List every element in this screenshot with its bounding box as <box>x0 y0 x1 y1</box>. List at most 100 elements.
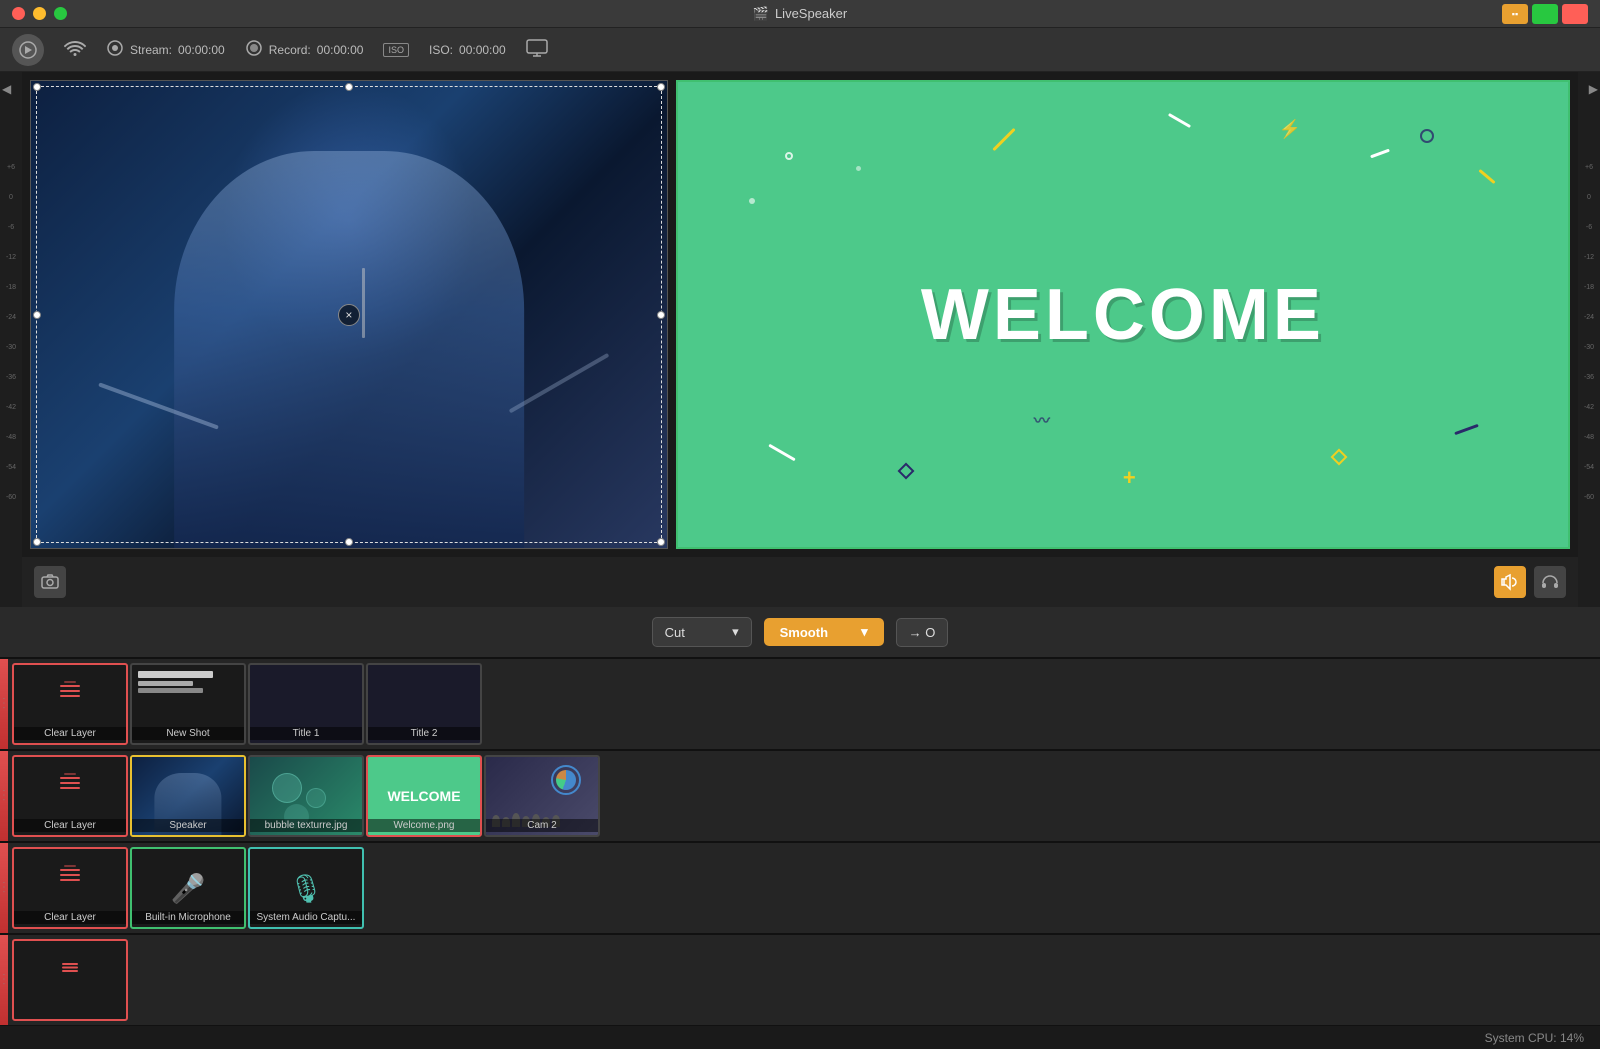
vu-tick-24: -24 <box>0 312 22 342</box>
close-crop-button[interactable]: × <box>338 304 360 326</box>
tile-cam2[interactable]: Cam 2 <box>484 755 600 837</box>
row-3-handle[interactable]: ··· <box>0 843 8 933</box>
crop-handle-tr[interactable] <box>657 83 665 91</box>
crop-handle-top[interactable] <box>345 83 353 91</box>
crop-handle-tl[interactable] <box>33 83 41 91</box>
vu-tick-18: -18 <box>0 282 22 312</box>
tile-label-clear-3: Clear Layer <box>14 911 126 924</box>
crop-handle-br[interactable] <box>657 538 665 546</box>
crop-handle-bl[interactable] <box>33 538 41 546</box>
wifi-item[interactable] <box>64 39 86 60</box>
record-item: Record: 00:00:00 <box>245 39 364 60</box>
tile-clear-layer-4[interactable] <box>12 939 128 1021</box>
record-time: 00:00:00 <box>317 43 364 57</box>
record-icon <box>245 39 263 60</box>
source-row-1: ··· Clear Layer New Shot <box>0 657 1600 749</box>
vu-tick-r-42: -42 <box>1578 402 1600 432</box>
tile-clear-layer-1[interactable]: Clear Layer <box>12 663 128 745</box>
tile-label-bubble: bubble texturre.jpg <box>250 819 362 832</box>
wc-red-button[interactable] <box>1562 4 1588 24</box>
main-area: ◀ +6 0 -6 -12 -18 -24 -30 -36 -42 -48 -5… <box>0 72 1600 607</box>
audio-output-button[interactable] <box>1494 566 1526 598</box>
tile-clear-layer-3[interactable]: Clear Layer <box>12 847 128 929</box>
vu-tick-42: -42 <box>0 402 22 432</box>
cut-select[interactable]: Cut ▾ <box>652 617 752 647</box>
deco-line-1 <box>993 128 1016 151</box>
app-logo[interactable] <box>12 34 44 66</box>
deco-line-6 <box>1454 424 1479 435</box>
iso-time: 00:00:00 <box>459 43 506 57</box>
previews-container: × ⚡ 〰 + <box>22 72 1578 557</box>
vu-arrow-left[interactable]: ◀ <box>2 80 11 98</box>
vu-tick-60: -60 <box>0 492 22 522</box>
vu-tick-54: -54 <box>0 462 22 492</box>
wc-split-button[interactable]: ▪▪ <box>1502 4 1528 24</box>
source-row-2: ··· Clear Layer Speaker <box>0 749 1600 841</box>
vu-tick-plus6: +6 <box>0 162 22 192</box>
maximize-button[interactable] <box>54 7 67 20</box>
tile-label-speaker: Speaker <box>132 819 244 832</box>
iso-item: ISO: 00:00:00 <box>429 43 506 57</box>
vu-tick-30: -30 <box>0 342 22 372</box>
vu-tick-r-18: -18 <box>1578 282 1600 312</box>
iso-badge: ISO <box>383 43 409 57</box>
deco-line-4 <box>1478 169 1495 184</box>
vu-tick-r-0: 0 <box>1578 192 1600 222</box>
crop-handle-bottom[interactable] <box>345 538 353 546</box>
wifi-icon <box>64 39 86 60</box>
program-preview[interactable]: × <box>30 80 668 549</box>
clear-layer-icon-4 <box>59 956 81 984</box>
deco-lightning: ⚡ <box>1279 119 1301 140</box>
headphone-button[interactable] <box>1534 566 1566 598</box>
tile-builtin-mic[interactable]: 🎤 Built-in Microphone <box>130 847 246 929</box>
crop-handle-left[interactable] <box>33 311 41 319</box>
vu-tick-r-12: -12 <box>1578 252 1600 282</box>
source-tiles-row-3: Clear Layer 🎤 Built-in Microphone 🎙 Syst… <box>8 843 1600 933</box>
tile-label-new-shot: New Shot <box>132 727 244 740</box>
row-2-handle[interactable]: ··· <box>0 751 8 841</box>
transition-bar: Cut ▾ Smooth ▾ → O <box>0 607 1600 657</box>
tile-welcome[interactable]: WELCOME Welcome.png <box>366 755 482 837</box>
tile-label-title-2: Title 2 <box>368 727 480 740</box>
tile-title-1[interactable]: Title 1 <box>248 663 364 745</box>
deco-line-5 <box>768 444 795 462</box>
preview-footer <box>22 557 1578 607</box>
row-4-handle[interactable]: ··· <box>0 935 8 1025</box>
camera-settings-button[interactable] <box>34 566 66 598</box>
wc-green-button[interactable] <box>1532 4 1558 24</box>
deco-zigzag: 〰 <box>1034 407 1050 431</box>
system-audio-icon: 🎙 <box>288 872 324 905</box>
smooth-button[interactable]: Smooth ▾ <box>764 618 884 646</box>
app-icon: 🎬 <box>753 6 769 22</box>
record-label: Record: <box>269 43 311 57</box>
crop-handle-right[interactable] <box>657 311 665 319</box>
tile-new-shot[interactable]: New Shot <box>130 663 246 745</box>
vu-tick-r-48: -48 <box>1578 432 1600 462</box>
new-shot-bar-3 <box>138 688 203 693</box>
tile-system-audio[interactable]: 🎙 System Audio Captu... <box>248 847 364 929</box>
stream-label: Stream: <box>130 43 172 57</box>
close-button[interactable] <box>12 7 25 20</box>
microphone <box>362 268 365 338</box>
tile-bubble[interactable]: bubble texturre.jpg <box>248 755 364 837</box>
tile-label-welcome: Welcome.png <box>368 819 480 832</box>
monitor-icon <box>526 39 548 60</box>
tile-clear-layer-2[interactable]: Clear Layer <box>12 755 128 837</box>
monitor-icon-item[interactable] <box>526 39 548 60</box>
window-controls: ▪▪ <box>1502 4 1588 24</box>
source-tiles-row-2: Clear Layer Speaker bubble texturre.jpg <box>8 751 1600 841</box>
tile-title-2[interactable]: Title 2 <box>366 663 482 745</box>
vu-arrow-right[interactable]: ▶ <box>1589 80 1598 98</box>
source-row-3: ··· Clear Layer 🎤 Built-in Microphone <box>0 841 1600 933</box>
welcome-thumb-text: WELCOME <box>387 788 460 805</box>
minimize-button[interactable] <box>33 7 46 20</box>
statusbar: System CPU: 14% <box>0 1025 1600 1049</box>
vu-tick-12: -12 <box>0 252 22 282</box>
vu-tick-r-plus6: +6 <box>1578 162 1600 192</box>
bubble-2 <box>306 788 326 808</box>
deco-dot-2 <box>856 166 861 171</box>
arrow-transition-button[interactable]: → O <box>896 618 949 647</box>
row-1-handle[interactable]: ··· <box>0 659 8 749</box>
tile-speaker[interactable]: Speaker <box>130 755 246 837</box>
preview-area: × ⚡ 〰 + <box>22 72 1578 607</box>
